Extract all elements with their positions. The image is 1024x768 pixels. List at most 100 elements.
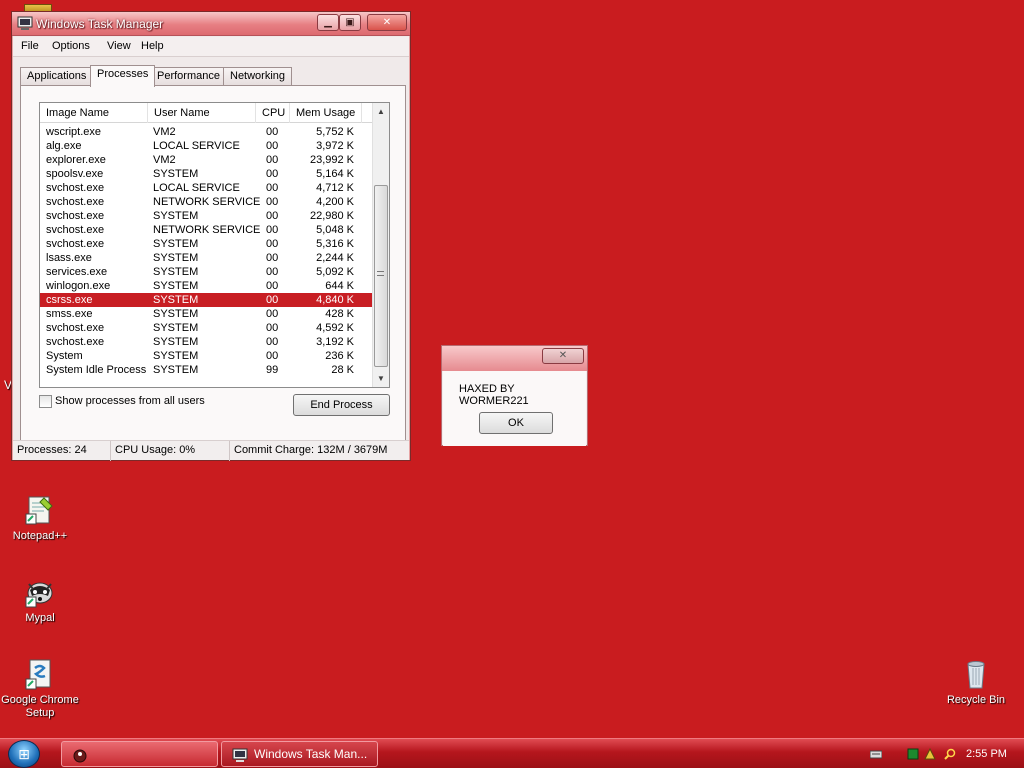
process-image-name: svchost.exe	[46, 210, 105, 222]
message-box-body: HAXED BY WORMER221 OK	[443, 371, 586, 446]
process-image-name: winlogon.exe	[46, 280, 111, 292]
taskbar-clock[interactable]: 2:55 PM	[966, 739, 1007, 768]
process-image-name: svchost.exe	[46, 224, 105, 236]
search-icon[interactable]	[944, 748, 956, 760]
desktop-icon-mypal[interactable]: Mypal	[0, 576, 80, 625]
menu-view[interactable]: View	[107, 40, 131, 52]
recycle-bin-icon	[960, 658, 992, 690]
show-all-users-checkbox[interactable]	[39, 395, 52, 408]
message-box-close-button[interactable]: ✕	[542, 348, 584, 364]
network-icon[interactable]	[907, 748, 919, 760]
taskbar-button-label: Windows Task Man...	[254, 747, 368, 761]
process-mem-usage: 4,200 K	[316, 196, 354, 208]
table-row[interactable]: lsass.exe SYSTEM 00 2,244 K	[40, 251, 372, 265]
table-row[interactable]: System SYSTEM 00 236 K	[40, 349, 372, 363]
start-button[interactable]: ⊞	[8, 740, 40, 768]
column-image-name[interactable]: Image Name	[40, 103, 148, 123]
desktop-icon-google-chrome-setup[interactable]: Google Chrome Setup	[0, 658, 80, 720]
process-user-name: SYSTEM	[153, 322, 199, 334]
windows-logo-icon: ⊞	[18, 746, 30, 762]
table-row[interactable]: svchost.exe SYSTEM 00 3,192 K	[40, 335, 372, 349]
close-icon: ✕	[382, 17, 392, 28]
tab-networking[interactable]: Networking	[223, 67, 293, 86]
process-mem-usage: 4,840 K	[316, 294, 354, 306]
status-processes: Processes: 24	[13, 441, 111, 461]
end-process-button[interactable]: End Process	[293, 394, 390, 416]
ok-button[interactable]: OK	[479, 412, 553, 434]
maximize-button[interactable]: ▣	[339, 14, 361, 31]
process-image-name: services.exe	[46, 266, 108, 278]
table-row[interactable]: winlogon.exe SYSTEM 00 644 K	[40, 279, 372, 293]
table-row[interactable]: services.exe SYSTEM 00 5,092 K	[40, 265, 372, 279]
process-user-name: LOCAL SERVICE	[153, 182, 240, 194]
table-row[interactable]: svchost.exe NETWORK SERVICE 00 4,200 K	[40, 195, 372, 209]
show-all-users-label: Show processes from all users	[55, 395, 205, 407]
table-row[interactable]: svchost.exe LOCAL SERVICE 00 4,712 K	[40, 181, 372, 195]
title-bar[interactable]: Windows Task Manager ▁ ▣ ✕	[12, 12, 410, 36]
task-manager-icon	[17, 16, 33, 31]
process-cpu: 00	[266, 350, 279, 362]
taskbar-button-app[interactable]	[61, 741, 218, 767]
vertical-scrollbar[interactable]: ▲ ▼	[372, 103, 389, 387]
scroll-thumb[interactable]	[374, 185, 388, 367]
process-cpu: 00	[266, 308, 279, 320]
process-mem-usage: 23,992 K	[309, 154, 354, 166]
table-row[interactable]: svchost.exe SYSTEM 00 22,980 K	[40, 209, 372, 223]
tab-performance[interactable]: Performance	[150, 67, 227, 86]
tab-applications[interactable]: Applications	[20, 67, 94, 86]
desktop-icon-label: Mypal	[25, 612, 55, 624]
table-row[interactable]: smss.exe SYSTEM 00 428 K	[40, 307, 372, 321]
table-row-selected[interactable]: csrss.exe SYSTEM 00 4,840 K	[40, 293, 372, 307]
process-cpu: 00	[266, 154, 279, 166]
menu-bar: File Options View Help	[13, 37, 409, 57]
desktop-icon-notepadpp[interactable]: Notepad++	[0, 494, 80, 543]
message-text: HAXED BY WORMER221	[459, 383, 529, 407]
process-user-name: VM2	[153, 126, 176, 138]
list-header: Image Name User Name CPU Mem Usage	[40, 103, 372, 123]
column-cpu[interactable]: CPU	[256, 103, 290, 123]
security-icon[interactable]	[924, 747, 936, 760]
process-mem-usage: 5,164 K	[316, 168, 354, 180]
process-mem-usage: 4,592 K	[316, 322, 354, 334]
scroll-up-icon[interactable]: ▲	[373, 103, 389, 120]
grip-icon	[377, 271, 384, 276]
process-user-name: SYSTEM	[153, 238, 199, 250]
app-icon	[72, 747, 88, 763]
process-image-name: explorer.exe	[46, 154, 106, 166]
menu-options[interactable]: Options	[52, 40, 90, 52]
minimize-button[interactable]: ▁	[317, 14, 339, 31]
task-manager-icon	[232, 747, 248, 762]
process-cpu: 00	[266, 196, 279, 208]
close-button[interactable]: ✕	[367, 14, 407, 31]
table-row[interactable]: svchost.exe SYSTEM 00 5,316 K	[40, 237, 372, 251]
maximize-icon: ▣	[345, 17, 355, 28]
table-row[interactable]: wscript.exe VM2 00 5,752 K	[40, 125, 372, 139]
mypal-icon	[24, 576, 56, 608]
process-list[interactable]: Image Name User Name CPU Mem Usage wscri…	[39, 102, 390, 388]
process-user-name: SYSTEM	[153, 308, 199, 320]
scroll-down-icon[interactable]: ▼	[373, 370, 389, 387]
table-row[interactable]: spoolsv.exe SYSTEM 00 5,164 K	[40, 167, 372, 181]
menu-help[interactable]: Help	[141, 40, 164, 52]
tab-processes[interactable]: Processes	[90, 65, 156, 87]
table-row[interactable]: svchost.exe NETWORK SERVICE 00 5,048 K	[40, 223, 372, 237]
column-mem-usage[interactable]: Mem Usage	[290, 103, 362, 123]
process-cpu: 00	[266, 252, 279, 264]
process-user-name: SYSTEM	[153, 336, 199, 348]
taskbar: ⊞ Windows Task Man... 2:55 PM	[0, 738, 1024, 768]
table-row[interactable]: alg.exe LOCAL SERVICE 00 3,972 K	[40, 139, 372, 153]
table-row[interactable]: System Idle Process SYSTEM 99 28 K	[40, 363, 372, 377]
message-box-title-bar[interactable]: ✕	[442, 346, 587, 371]
process-mem-usage: 5,092 K	[316, 266, 354, 278]
table-row[interactable]: explorer.exe VM2 00 23,992 K	[40, 153, 372, 167]
column-user-name[interactable]: User Name	[148, 103, 256, 123]
process-image-name: wscript.exe	[46, 126, 102, 138]
table-row[interactable]: svchost.exe SYSTEM 00 4,592 K	[40, 321, 372, 335]
process-mem-usage: 236 K	[325, 350, 354, 362]
taskbar-button-task-manager[interactable]: Windows Task Man...	[221, 741, 378, 767]
desktop-icon-recycle-bin[interactable]: Recycle Bin	[936, 658, 1016, 707]
process-image-name: alg.exe	[46, 140, 82, 152]
menu-file[interactable]: File	[21, 40, 39, 52]
keyboard-icon[interactable]	[869, 748, 883, 760]
process-image-name: csrss.exe	[46, 294, 93, 306]
